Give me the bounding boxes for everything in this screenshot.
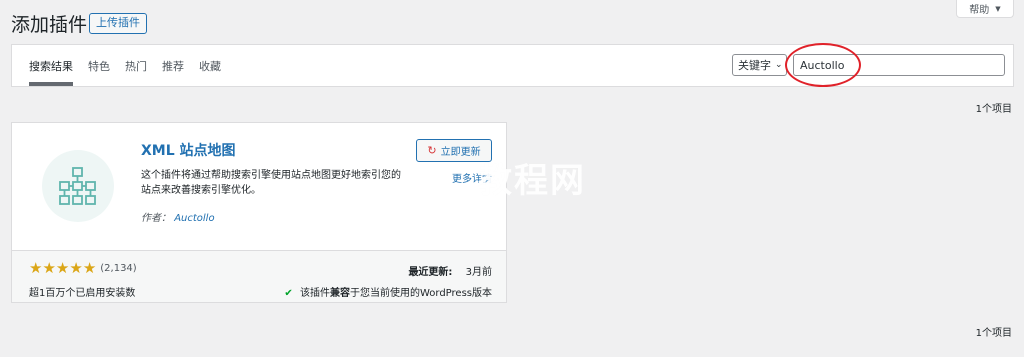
tab-popular[interactable]: 热门	[125, 45, 147, 86]
last-updated: 最近更新: 3月前	[408, 263, 492, 278]
tab-recommended[interactable]: 推荐	[162, 45, 184, 86]
compat-suffix: 于您当前使用的WordPress版本	[349, 288, 492, 299]
star-icon: ★	[55, 259, 70, 277]
help-label: 帮助	[969, 5, 990, 16]
caret-down-icon: ▼	[995, 4, 1001, 13]
tab-search-results[interactable]: 搜索结果	[29, 45, 73, 86]
last-updated-label: 最近更新:	[408, 267, 453, 278]
annotation-circle	[785, 43, 861, 87]
item-count-bottom: 1个项目	[975, 328, 1012, 339]
last-updated-value: 3月前	[465, 267, 492, 278]
tab-featured[interactable]: 特色	[88, 45, 110, 86]
help-tab-button[interactable]: 帮助 ▼	[956, 0, 1014, 18]
compatibility-status: ✔ 该插件兼容于您当前使用的WordPress版本	[284, 284, 492, 299]
star-icon: ★	[42, 259, 56, 277]
author-prefix: 作者：	[141, 213, 171, 224]
filter-bar: 搜索结果 特色 热门 推荐 收藏 关键字 ⌄ Auctollo	[11, 44, 1014, 87]
search-type-value: 关键字	[738, 59, 771, 72]
rating-count[interactable]: (2,134)	[100, 263, 136, 274]
search-type-select[interactable]: 关键字 ⌄	[732, 54, 787, 76]
page-title: 添加插件	[11, 14, 88, 36]
plugin-name-link[interactable]: XML 站点地图	[141, 140, 236, 160]
plugin-card-footer: ★ ★ ★ ★ ★ (2,134) 超1百万个已启用安装数 最近更新: 3月前 …	[12, 250, 506, 302]
star-icon: ★	[29, 259, 43, 277]
plugin-card-top: XML 站点地图 ↻ 立即更新 更多详情 这个插件将通过帮助搜索引擎使用站点地图…	[12, 123, 506, 250]
update-label: 立即更新	[440, 147, 481, 158]
plugin-card: XML 站点地图 ↻ 立即更新 更多详情 这个插件将通过帮助搜索引擎使用站点地图…	[11, 122, 507, 303]
plugin-description: 这个插件将通过帮助搜索引擎使用站点地图更好地索引您的站点来改善搜索引擎优化。	[141, 170, 401, 196]
checkmark-icon: ✔	[284, 288, 293, 299]
active-installs: 超1百万个已启用安装数	[29, 288, 136, 299]
star-icon: ★	[69, 259, 83, 277]
tab-favorites[interactable]: 收藏	[199, 45, 221, 86]
refresh-icon: ↻	[427, 145, 437, 157]
chevron-down-icon: ⌄	[775, 60, 783, 70]
compat-prefix: 该插件	[299, 288, 330, 299]
item-count-top: 1个项目	[975, 104, 1012, 115]
upload-plugin-button[interactable]: 上传插件	[89, 13, 147, 34]
star-icon: ★	[82, 259, 97, 277]
author-link[interactable]: Auctollo	[174, 213, 214, 224]
plugin-author: 作者： Auctollo	[141, 209, 215, 224]
filter-tabs: 搜索结果 特色 热门 推荐 收藏	[29, 45, 236, 86]
star-rating: ★ ★ ★ ★ ★ (2,134)	[29, 261, 137, 276]
watermark-text: 教程网	[478, 161, 586, 201]
sitemap-icon[interactable]	[42, 150, 114, 222]
compat-bold: 兼容	[329, 288, 350, 299]
